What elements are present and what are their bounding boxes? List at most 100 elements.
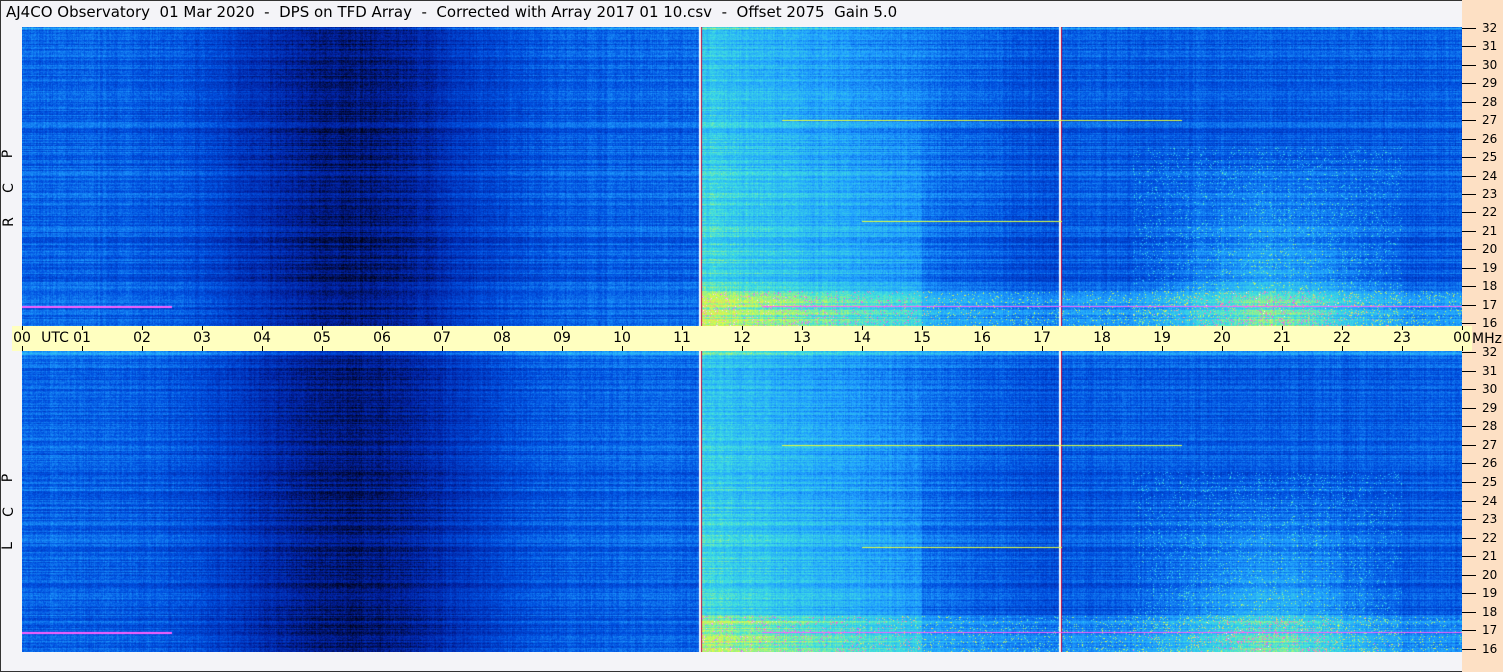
y-tick [1462,304,1476,306]
y-tick-label: 18 [1482,279,1498,294]
y-tick [1462,157,1476,159]
x-tick-label: 04 [252,330,272,346]
x-tick-label: 12 [732,330,752,346]
rcp-spectrogram [22,27,1462,326]
y-tick-label: 32 [1482,21,1498,35]
x-tick-label: 08 [492,330,512,346]
x-tick-label: 06 [372,330,392,346]
x-tick-label: 00 [1452,330,1472,346]
x-tick-label: 16 [972,330,992,346]
y-tick [1462,28,1476,29]
y-tick [1462,370,1476,372]
y-tick [1462,230,1476,232]
polarization-label: P [0,473,17,483]
y-tick [1462,249,1476,251]
x-tick-label: 22 [1332,330,1352,346]
x-tick-label: 17 [1032,330,1052,346]
y-tick [1462,389,1476,391]
y-tick [1462,611,1476,613]
polarization-label: R [0,217,17,227]
x-tick-label: 13 [792,330,812,346]
y-tick-label: 24 [1482,168,1498,183]
y-tick-label: 25 [1482,474,1498,489]
x-tick-label: 07 [432,330,452,346]
y-tick [1462,463,1476,465]
y-tick [1462,193,1476,195]
y-tick-label: 28 [1482,94,1498,109]
x-tick-label: 09 [552,330,572,346]
y-tick-label: 26 [1482,456,1498,471]
x-tick-label: 21 [1272,330,1292,346]
x-tick-label: 18 [1092,330,1112,346]
y-tick [1462,649,1476,650]
polarization-label: C [0,507,17,517]
x-tick-label: 19 [1152,330,1172,346]
y-tick-label: 27 [1482,113,1498,128]
x-tick-label: 14 [852,330,872,346]
y-tick [1462,574,1476,576]
x-tick-label: 05 [312,330,332,346]
y-tick [1462,323,1476,324]
y-tick-label: 19 [1482,586,1498,601]
y-tick-label: 20 [1482,567,1498,582]
y-tick [1462,556,1476,558]
y-tick-label: 19 [1482,260,1498,275]
polarization-label: C [0,183,17,193]
x-tick-label: 15 [912,330,932,346]
y-tick-label: 16 [1482,642,1498,656]
y-tick-label: 23 [1482,186,1498,201]
y-tick [1462,593,1476,595]
y-tick-label: 17 [1482,623,1498,638]
y-tick-label: 22 [1482,530,1498,545]
x-tick-label: 03 [192,330,212,346]
y-tick [1462,352,1476,353]
y-tick [1462,500,1476,502]
x-tick-label: 02 [132,330,152,346]
y-tick-label: 32 [1482,345,1498,359]
polarization-label: L [0,542,16,550]
y-tick [1462,286,1476,288]
x-tick-label: 23 [1392,330,1412,346]
y-tick-label: 17 [1482,297,1498,312]
y-tick-label: 20 [1482,242,1498,257]
y-tick [1462,83,1476,85]
y-tick [1462,120,1476,122]
lcp-spectrogram [22,351,1462,652]
x-tick-label: 01 [72,330,92,346]
y-tick [1462,426,1476,428]
y-tick [1462,630,1476,632]
utc-axis: 00 UTC 01 02 03 04 05 06 07 08 09 10 11 12 13 14 15 16 17 1… [12,326,1472,351]
y-tick-label: 30 [1482,57,1498,72]
y-tick-label: 16 [1482,316,1498,330]
y-tick [1462,138,1476,140]
x-tick-label: 10 [612,330,632,346]
y-tick [1462,212,1476,214]
chart-title: AJ4CO Observatory 01 Mar 2020 - DPS on T… [6,3,898,21]
y-tick-label: 21 [1482,549,1498,564]
y-tick [1462,519,1476,521]
x-tick-label: 20 [1212,330,1232,346]
y-tick-label: 31 [1482,39,1498,54]
y-tick [1462,407,1476,409]
y-tick-label: 23 [1482,512,1498,527]
y-tick [1462,46,1476,48]
y-tick-label: 27 [1482,437,1498,452]
y-tick-label: 31 [1482,363,1498,378]
y-tick [1462,101,1476,103]
y-tick-label: 18 [1482,604,1498,619]
y-tick [1462,481,1476,483]
y-tick-label: 24 [1482,493,1498,508]
y-tick [1462,267,1476,269]
x-tick-label: 00 [12,330,32,346]
y-tick [1462,175,1476,177]
y-tick-label: 29 [1482,400,1498,415]
y-tick-label: 22 [1482,205,1498,220]
x-tick-label: 11 [672,330,692,346]
x-axis-label: UTC [41,330,69,346]
y-tick-label: 25 [1482,150,1498,165]
y-tick-label: 29 [1482,76,1498,91]
y-tick [1462,444,1476,446]
polarization-label: P [0,149,17,159]
y-tick-label: 28 [1482,419,1498,434]
y-tick-label: 26 [1482,131,1498,146]
